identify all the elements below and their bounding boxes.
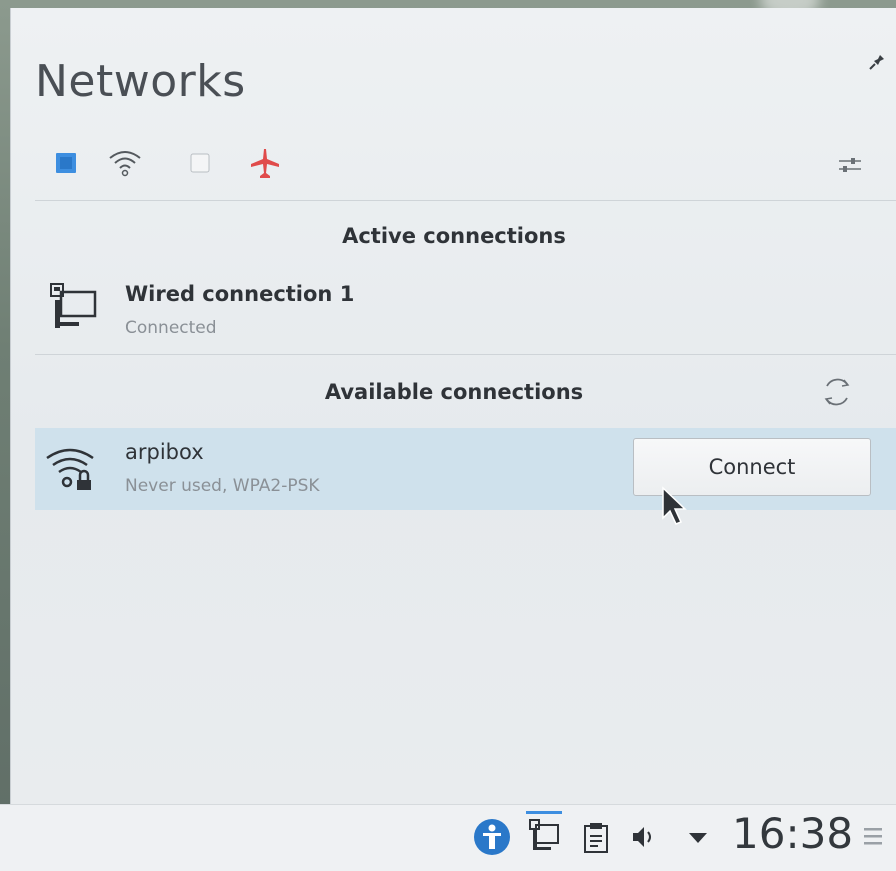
volume-tray-button[interactable] bbox=[626, 815, 662, 859]
expand-tray-button[interactable] bbox=[680, 815, 716, 859]
wifi-icon bbox=[109, 151, 141, 177]
panel-menu-icon[interactable] bbox=[862, 823, 884, 849]
clipboard-icon bbox=[584, 823, 608, 853]
expand-arrow-icon bbox=[689, 833, 707, 843]
available-connection-row[interactable]: arpibox Never used, WPA2-PSK Connect bbox=[35, 428, 896, 510]
airplane-icon bbox=[251, 149, 279, 178]
mouse-cursor-icon bbox=[662, 486, 687, 525]
wifi-toggle-icon[interactable] bbox=[105, 148, 145, 178]
networks-applet: Networks Active connections Wired connec… bbox=[10, 8, 896, 804]
clipboard-tray-button[interactable] bbox=[578, 815, 614, 859]
connection-status: Connected bbox=[125, 318, 217, 338]
active-connections-title: Active connections bbox=[342, 224, 566, 248]
airplane-mode-toggle[interactable] bbox=[247, 148, 283, 178]
wired-monitor-icon bbox=[50, 283, 97, 328]
checkbox-unchecked-icon bbox=[190, 153, 210, 173]
network-tray-button[interactable] bbox=[522, 811, 566, 855]
divider bbox=[35, 200, 896, 201]
network-icon bbox=[529, 819, 559, 850]
taskbar: 16:38 bbox=[0, 804, 896, 871]
volume-icon bbox=[633, 827, 651, 847]
accessibility-tray-button[interactable] bbox=[470, 815, 514, 859]
wifi-locked-icon bbox=[46, 448, 94, 490]
connection-name: arpibox bbox=[125, 440, 204, 464]
pin-icon[interactable] bbox=[867, 52, 887, 72]
divider bbox=[35, 354, 896, 355]
configure-network-icon[interactable] bbox=[835, 150, 865, 180]
wifi-toggle-checkbox[interactable] bbox=[185, 148, 215, 178]
available-connections-title: Available connections bbox=[324, 380, 584, 404]
checkbox-checked-icon bbox=[56, 153, 76, 173]
connection-details: Never used, WPA2-PSK bbox=[125, 476, 320, 496]
digital-clock[interactable]: 16:38 bbox=[732, 809, 853, 858]
applet-title: Networks bbox=[35, 56, 246, 107]
refresh-icon[interactable] bbox=[819, 374, 855, 410]
accessibility-icon bbox=[474, 819, 510, 855]
active-connection-row[interactable]: Wired connection 1 Connected bbox=[35, 270, 896, 352]
wired-toggle-checkbox[interactable] bbox=[51, 148, 81, 178]
active-indicator bbox=[526, 811, 562, 814]
connection-name: Wired connection 1 bbox=[125, 282, 355, 306]
